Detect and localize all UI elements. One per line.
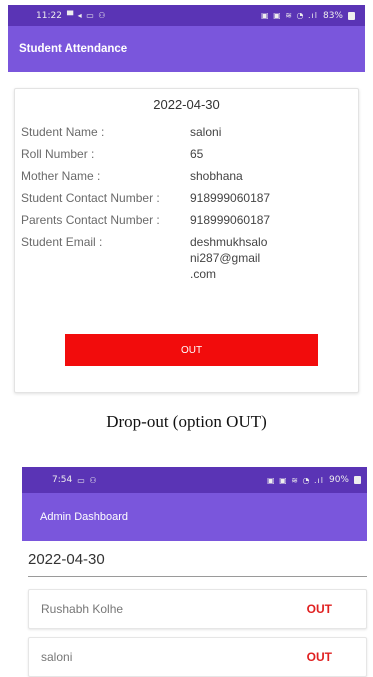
roll-number-label: Roll Number : bbox=[21, 147, 95, 161]
student-list-item[interactable]: saloni OUT bbox=[28, 637, 367, 677]
student-name: saloni bbox=[41, 650, 73, 664]
mother-name-value: shobhana bbox=[190, 169, 243, 183]
admin-dashboard-screen: 2022-04-30 Rushabh Kolhe OUT saloni OUT bbox=[22, 541, 367, 677]
email-line: deshmukhsalo bbox=[190, 235, 268, 249]
status-bar: 11:22 ▀ ◂ ▭ ⚇ ▣ ▣ ≋ ◔ .ıl 83% bbox=[8, 5, 365, 26]
student-email-value: deshmukhsalo ni287@gmail .com bbox=[190, 234, 267, 282]
dashboard-date[interactable]: 2022-04-30 bbox=[28, 551, 105, 568]
system-icons: ▣ ▣ ≋ ◔ .ıl bbox=[267, 475, 324, 485]
battery-percentage: 83% bbox=[322, 10, 343, 21]
attendance-status: OUT bbox=[306, 650, 332, 664]
clock: 11:22 bbox=[36, 10, 62, 21]
parents-contact-value: 918999060187 bbox=[190, 213, 271, 227]
student-detail-card: 2022-04-30 Student Name : saloni Roll Nu… bbox=[14, 88, 359, 393]
mother-name-label: Mother Name : bbox=[21, 169, 101, 183]
battery-icon bbox=[348, 11, 355, 20]
figure-caption: Drop-out (option OUT) bbox=[106, 412, 267, 431]
app-bar: Admin Dashboard bbox=[22, 493, 367, 541]
roll-number-value: 65 bbox=[190, 147, 204, 161]
status-bar: 7:54 ▭ ⚇ ▣ ▣ ≋ ◔ .ıl 90% bbox=[22, 467, 367, 493]
attendance-status: OUT bbox=[306, 602, 332, 616]
parents-contact-label: Parents Contact Number : bbox=[21, 213, 160, 227]
app-title: Student Attendance bbox=[19, 43, 128, 55]
student-contact-value: 918999060187 bbox=[190, 191, 271, 205]
student-detail-screen: 2022-04-30 Student Name : saloni Roll Nu… bbox=[8, 72, 365, 397]
email-line: .com bbox=[190, 267, 217, 281]
student-name-value: saloni bbox=[190, 125, 222, 139]
student-name-label: Student Name : bbox=[21, 125, 105, 139]
system-icons: ▣ ▣ ≋ ◔ .ıl bbox=[261, 11, 318, 20]
out-button[interactable]: OUT bbox=[65, 334, 318, 366]
attendance-date: 2022-04-30 bbox=[153, 97, 220, 112]
student-contact-label: Student Contact Number : bbox=[21, 191, 160, 205]
date-underline bbox=[28, 576, 367, 577]
battery-percentage: 90% bbox=[328, 475, 349, 485]
student-name: Rushabh Kolhe bbox=[41, 602, 124, 616]
student-list-item[interactable]: Rushabh Kolhe OUT bbox=[28, 589, 367, 629]
student-email-label: Student Email : bbox=[21, 235, 103, 249]
app-title: Admin Dashboard bbox=[40, 511, 129, 523]
notification-icons: ▀ ◂ ▭ ⚇ bbox=[66, 11, 107, 20]
email-line: ni287@gmail bbox=[190, 251, 261, 265]
battery-icon bbox=[354, 476, 361, 484]
notification-icons: ▭ ⚇ bbox=[77, 475, 98, 485]
clock: 7:54 bbox=[52, 475, 73, 485]
app-bar: Student Attendance bbox=[8, 26, 365, 72]
